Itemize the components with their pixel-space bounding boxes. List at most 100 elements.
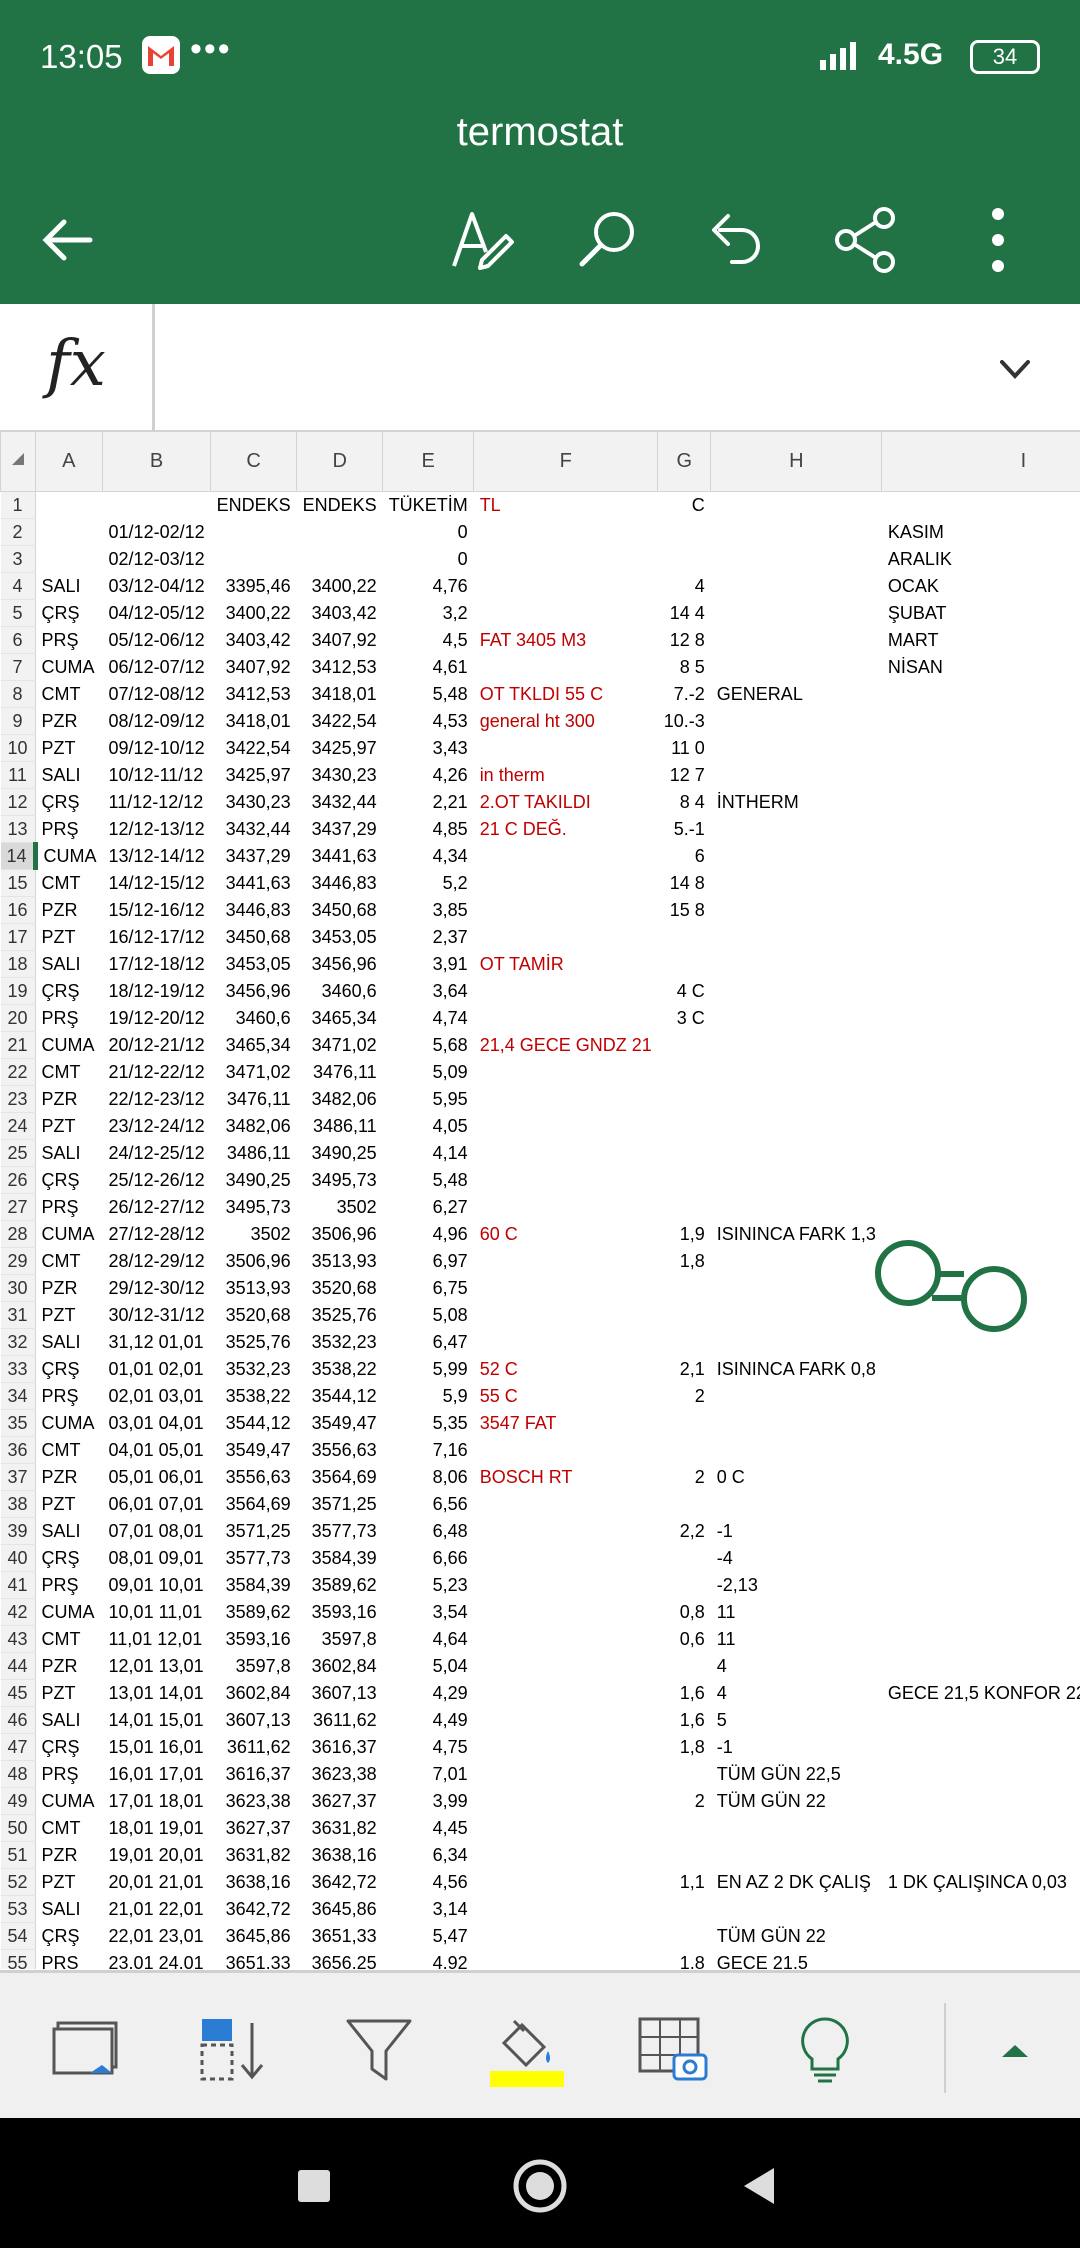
cell-h23[interactable] — [711, 1086, 882, 1113]
cell-f3[interactable] — [474, 546, 658, 573]
cell-a41[interactable]: PRŞ — [35, 1572, 103, 1599]
row-header[interactable]: 7 — [0, 653, 36, 681]
cell-g50[interactable] — [658, 1815, 711, 1842]
cell-b23[interactable]: 22/12-23/12 — [103, 1086, 211, 1113]
cell-e28[interactable]: 4,96 — [383, 1221, 474, 1248]
cell-a17[interactable]: PZT — [35, 924, 103, 951]
row-header[interactable]: 40 — [0, 1544, 36, 1572]
cell-i18[interactable] — [882, 951, 1080, 978]
cell-f38[interactable] — [474, 1491, 658, 1518]
cell-a25[interactable]: SALI — [35, 1140, 103, 1167]
row-header[interactable]: 5 — [0, 599, 36, 627]
cell-c48[interactable]: 3616,37 — [211, 1761, 297, 1788]
cell-i27[interactable] — [882, 1194, 1080, 1221]
column-header-d[interactable]: D — [296, 431, 384, 492]
column-header-e[interactable]: E — [382, 431, 475, 492]
row-header[interactable]: 3 — [0, 545, 36, 573]
cell-h45[interactable]: 4 — [711, 1680, 882, 1707]
cell-i39[interactable] — [882, 1518, 1080, 1545]
cell-i33[interactable] — [882, 1356, 1080, 1383]
cell-d13[interactable]: 3437,29 — [297, 816, 383, 843]
cell-f14[interactable] — [474, 843, 658, 870]
cell-c40[interactable]: 3577,73 — [211, 1545, 297, 1572]
cell-i24[interactable] — [882, 1113, 1080, 1140]
cell-f37[interactable]: BOSCH RT — [474, 1464, 658, 1491]
cell-a13[interactable]: PRŞ — [35, 816, 103, 843]
cell-a39[interactable]: SALI — [35, 1518, 103, 1545]
cell-b16[interactable]: 15/12-16/12 — [103, 897, 211, 924]
sheet-table[interactable]: ABCDEFGHIJK 1ENDEKSENDEKSTÜKETİMTLC20172… — [0, 431, 1080, 1969]
row-header[interactable]: 32 — [0, 1328, 36, 1356]
cell-d31[interactable]: 3525,76 — [297, 1302, 383, 1329]
cell-i5[interactable]: ŞUBAT — [882, 600, 1080, 627]
cell-i10[interactable] — [882, 735, 1080, 762]
cell-c44[interactable]: 3597,8 — [211, 1653, 297, 1680]
cell-e8[interactable]: 5,48 — [383, 681, 474, 708]
cell-f45[interactable] — [474, 1680, 658, 1707]
cell-i48[interactable] — [882, 1761, 1080, 1788]
cell-b12[interactable]: 11/12-12/12 — [103, 789, 211, 816]
cell-h25[interactable] — [711, 1140, 882, 1167]
cell-i34[interactable] — [882, 1383, 1080, 1410]
undo-icon[interactable] — [696, 200, 776, 280]
cell-g29[interactable]: 1,8 — [658, 1248, 711, 1275]
cell-c10[interactable]: 3422,54 — [211, 735, 297, 762]
cell-a6[interactable]: PRŞ — [35, 627, 103, 654]
cell-i41[interactable] — [882, 1572, 1080, 1599]
cell-b19[interactable]: 18/12-19/12 — [103, 978, 211, 1005]
row-header[interactable]: 22 — [0, 1058, 36, 1086]
cell-d19[interactable]: 3460,6 — [297, 978, 383, 1005]
cell-i38[interactable] — [882, 1491, 1080, 1518]
cell-e9[interactable]: 4,53 — [383, 708, 474, 735]
cell-a7[interactable]: CUMA — [35, 654, 103, 681]
cell-g34[interactable]: 2 — [658, 1383, 711, 1410]
cell-g10[interactable]: 11 0 — [658, 735, 711, 762]
row-header[interactable]: 46 — [0, 1706, 36, 1734]
cell-b17[interactable]: 16/12-17/12 — [103, 924, 211, 951]
cell-g16[interactable]: 15 8 — [658, 897, 711, 924]
cell-c27[interactable]: 3495,73 — [211, 1194, 297, 1221]
cell-f51[interactable] — [474, 1842, 658, 1869]
cell-a27[interactable]: PRŞ — [35, 1194, 103, 1221]
cell-f55[interactable] — [474, 1950, 658, 1970]
sort-icon[interactable] — [196, 2013, 270, 2087]
cell-f44[interactable] — [474, 1653, 658, 1680]
cell-b15[interactable]: 14/12-15/12 — [103, 870, 211, 897]
cell-c47[interactable]: 3611,62 — [211, 1734, 297, 1761]
cell-g47[interactable]: 1,8 — [658, 1734, 711, 1761]
cell-d45[interactable]: 3607,13 — [297, 1680, 383, 1707]
cell-f28[interactable]: 60 C — [474, 1221, 658, 1248]
cell-g4[interactable]: 4 — [658, 573, 711, 600]
column-header-b[interactable]: B — [102, 431, 212, 492]
cell-i44[interactable] — [882, 1653, 1080, 1680]
cell-g35[interactable] — [658, 1410, 711, 1437]
row-header[interactable]: 51 — [0, 1841, 36, 1869]
cell-f35[interactable]: 3547 FAT — [474, 1410, 658, 1437]
cell-h15[interactable] — [711, 870, 882, 897]
cell-i2[interactable]: KASIM — [882, 519, 1080, 546]
view-icon[interactable] — [50, 2013, 124, 2087]
row-header[interactable]: 16 — [0, 896, 36, 924]
cell-b39[interactable]: 07,01 08,01 — [103, 1518, 211, 1545]
cell-g27[interactable] — [658, 1194, 711, 1221]
cell-h22[interactable] — [711, 1059, 882, 1086]
cell-e55[interactable]: 4,92 — [383, 1950, 474, 1970]
cell-e35[interactable]: 5,35 — [383, 1410, 474, 1437]
cell-f22[interactable] — [474, 1059, 658, 1086]
cell-g26[interactable] — [658, 1167, 711, 1194]
cell-c19[interactable]: 3456,96 — [211, 978, 297, 1005]
cell-e49[interactable]: 3,99 — [383, 1788, 474, 1815]
cell-e27[interactable]: 6,27 — [383, 1194, 474, 1221]
cell-g23[interactable] — [658, 1086, 711, 1113]
cell-d30[interactable]: 3520,68 — [297, 1275, 383, 1302]
column-header-a[interactable]: A — [34, 431, 104, 492]
cell-g1[interactable]: C — [658, 492, 711, 519]
cell-g25[interactable] — [658, 1140, 711, 1167]
cell-b31[interactable]: 30/12-31/12 — [103, 1302, 211, 1329]
cell-g41[interactable] — [658, 1572, 711, 1599]
cell-a11[interactable]: SALI — [35, 762, 103, 789]
cell-c3[interactable] — [211, 546, 297, 573]
cell-a35[interactable]: CUMA — [35, 1410, 103, 1437]
cell-d46[interactable]: 3611,62 — [297, 1707, 383, 1734]
cell-e50[interactable]: 4,45 — [383, 1815, 474, 1842]
